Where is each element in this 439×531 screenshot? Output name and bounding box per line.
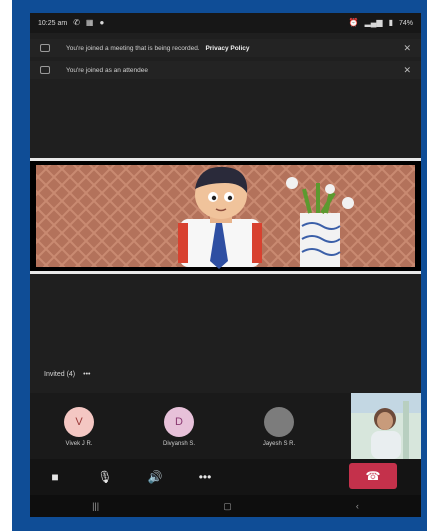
signal-icon: ▂▄▆ bbox=[364, 18, 383, 27]
recent-apps-icon[interactable]: ||| bbox=[92, 501, 99, 511]
battery-level: 74% bbox=[398, 19, 413, 27]
attendee-notice: You're joined as an attendee ✕ bbox=[30, 61, 421, 79]
avatar: V bbox=[64, 407, 94, 437]
avatar: D bbox=[164, 407, 194, 437]
participant-name: Vivek J R. bbox=[65, 441, 93, 447]
teams-icon: ▦ bbox=[85, 18, 94, 27]
status-time: 10:25 am bbox=[38, 19, 68, 27]
home-icon[interactable]: ▢ bbox=[223, 501, 232, 512]
shared-video[interactable] bbox=[30, 158, 421, 274]
chat-icon: ● bbox=[99, 18, 105, 27]
phone-screen: 10:25 am ✆ ▦ ● ⏰ ▂▄▆ ▮ 74% You're joined… bbox=[30, 13, 421, 517]
speaker-icon[interactable]: 🔊 bbox=[130, 463, 180, 491]
info-icon bbox=[40, 66, 50, 74]
participants-section-header: Invited (4) ••• bbox=[44, 371, 90, 378]
video-frame-illustration bbox=[30, 161, 421, 271]
hang-up-button[interactable]: ☎ bbox=[349, 463, 397, 489]
camera-icon[interactable]: ■ bbox=[30, 463, 80, 491]
alarm-icon: ⏰ bbox=[348, 18, 359, 27]
close-icon[interactable]: ✕ bbox=[403, 65, 411, 76]
battery-icon: ▮ bbox=[388, 18, 393, 27]
status-bar: 10:25 am ✆ ▦ ● ⏰ ▂▄▆ ▮ 74% bbox=[30, 13, 421, 33]
recording-notice: You're joined a meeting that is being re… bbox=[30, 39, 421, 57]
self-view-illustration bbox=[351, 393, 421, 459]
participant-tile[interactable]: V Vivek J R. bbox=[36, 393, 122, 459]
screenshot-frame: 10:25 am ✆ ▦ ● ⏰ ▂▄▆ ▮ 74% You're joined… bbox=[12, 0, 427, 531]
avatar-photo bbox=[264, 407, 294, 437]
android-nav-bar: ||| ▢ ‹ bbox=[30, 495, 421, 517]
call-controls: ■ 🎙 🔊 ••• ☎ bbox=[30, 459, 421, 495]
phone-icon: ✆ bbox=[73, 18, 80, 27]
back-icon[interactable]: ‹ bbox=[356, 501, 359, 511]
hang-up-icon: ☎ bbox=[365, 469, 381, 483]
section-label: Invited (4) bbox=[44, 371, 76, 378]
more-icon[interactable]: ••• bbox=[180, 463, 230, 491]
mic-off-icon[interactable]: 🎙 bbox=[80, 463, 130, 491]
privacy-policy-link[interactable]: Privacy Policy bbox=[205, 45, 249, 52]
notice-text: You're joined a meeting that is being re… bbox=[66, 44, 200, 52]
more-options-icon[interactable]: ••• bbox=[83, 371, 90, 378]
close-icon[interactable]: ✕ bbox=[403, 43, 411, 54]
participant-name: Divyansh S. bbox=[162, 441, 195, 447]
participant-tile[interactable]: D Divyansh S. bbox=[136, 393, 222, 459]
participant-name: Jayesh S R. bbox=[262, 441, 296, 447]
participant-tile[interactable]: Jayesh S R. bbox=[236, 393, 322, 459]
self-view-video[interactable] bbox=[351, 393, 421, 459]
notice-text: You're joined as an attendee bbox=[66, 66, 148, 74]
info-icon bbox=[40, 44, 50, 52]
